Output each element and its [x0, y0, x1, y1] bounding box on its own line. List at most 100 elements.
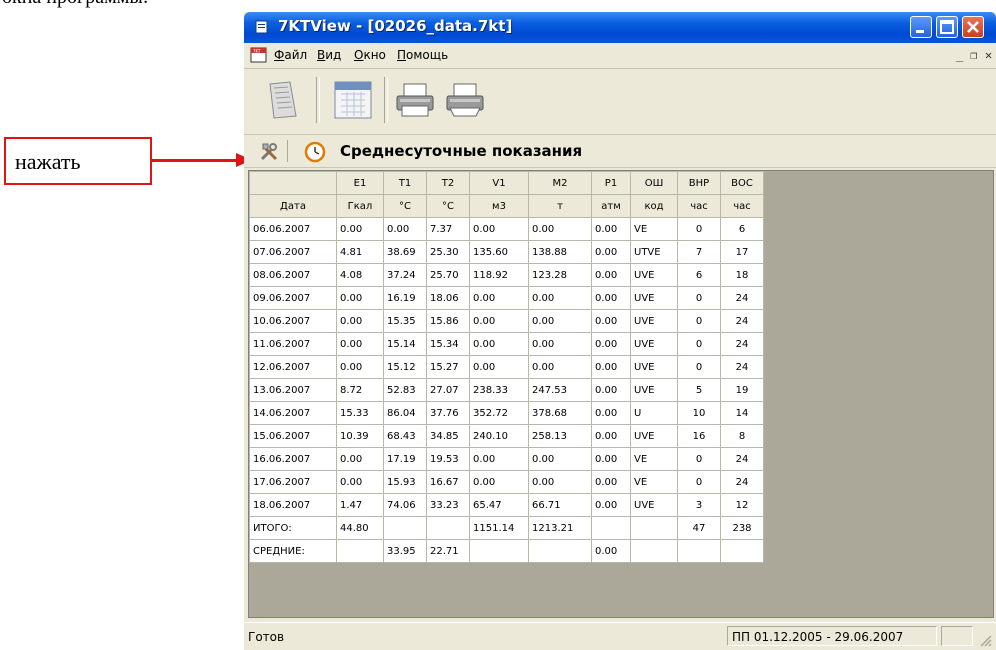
resize-grip-icon[interactable]	[978, 633, 992, 647]
grid-cell[interactable]: 8	[720, 424, 764, 448]
grid-cell[interactable]: 25.70	[426, 263, 470, 287]
grid-cell[interactable]: 38.69	[383, 240, 427, 264]
grid-cell[interactable]: 37.24	[383, 263, 427, 287]
menu-window[interactable]: Окно	[354, 48, 386, 62]
grid-cell[interactable]: 15.33	[336, 401, 384, 425]
grid-cell[interactable]: 0.00	[336, 332, 384, 356]
grid-cell[interactable]: 24	[720, 355, 764, 379]
grid-cell[interactable]: 0.00	[528, 332, 592, 356]
grid-cell[interactable]: 240.10	[469, 424, 529, 448]
grid-cell[interactable]: 18.06	[426, 286, 470, 310]
grid-cell[interactable]: 0.00	[528, 355, 592, 379]
grid-cell[interactable]: 138.88	[528, 240, 592, 264]
grid-cell[interactable]: 238.33	[469, 378, 529, 402]
grid-cell[interactable]: 24	[720, 447, 764, 471]
grid-cell[interactable]: 1213.21	[528, 516, 592, 540]
grid-cell[interactable]: U	[630, 401, 678, 425]
grid-cell[interactable]: 0.00	[591, 240, 631, 264]
print-preview-button[interactable]	[444, 78, 486, 122]
title-bar[interactable]: 7KTView - [02026_data.7kt]	[244, 12, 996, 43]
grid-cell[interactable]: 44.80	[336, 516, 384, 540]
grid-cell[interactable]: 12.06.2007	[249, 355, 337, 379]
grid-cell[interactable]: СРЕДНИЕ:	[249, 539, 337, 563]
grid-cell[interactable]	[630, 539, 678, 563]
grid-cell[interactable]: 18	[720, 263, 764, 287]
grid-cell[interactable]: 37.76	[426, 401, 470, 425]
grid-cell[interactable]: 08.06.2007	[249, 263, 337, 287]
grid-cell[interactable]: VE	[630, 217, 678, 241]
grid-cell[interactable]: UVE	[630, 424, 678, 448]
grid-cell[interactable]: 1151.14	[469, 516, 529, 540]
grid-cell[interactable]: 17	[720, 240, 764, 264]
grid-cell[interactable]: M2	[528, 171, 592, 195]
grid-cell[interactable]: 33.23	[426, 493, 470, 517]
grid-cell[interactable]: 25.30	[426, 240, 470, 264]
grid-cell[interactable]	[249, 171, 337, 195]
grid-cell[interactable]: 15.93	[383, 470, 427, 494]
grid-cell[interactable]: 0.00	[528, 286, 592, 310]
grid-cell[interactable]: час	[677, 194, 721, 218]
grid-cell[interactable]: UVE	[630, 286, 678, 310]
grid-cell[interactable]	[630, 516, 678, 540]
grid-cell[interactable]: UVE	[630, 355, 678, 379]
grid-cell[interactable]: 0	[677, 355, 721, 379]
grid-cell[interactable]: 0.00	[528, 470, 592, 494]
grid-cell[interactable]: 0.00	[469, 286, 529, 310]
grid-cell[interactable]: 17.06.2007	[249, 470, 337, 494]
grid-cell[interactable]: 0.00	[591, 401, 631, 425]
grid-cell[interactable]	[426, 516, 470, 540]
grid-cell[interactable]: 4.81	[336, 240, 384, 264]
grid-cell[interactable]	[383, 516, 427, 540]
grid-cell[interactable]: 0	[677, 286, 721, 310]
grid-cell[interactable]: 135.60	[469, 240, 529, 264]
grid-cell[interactable]	[720, 539, 764, 563]
grid-cell[interactable]: 66.71	[528, 493, 592, 517]
print-button[interactable]	[394, 78, 436, 122]
grid-cell[interactable]: 12	[720, 493, 764, 517]
grid-cell[interactable]: 378.68	[528, 401, 592, 425]
grid-cell[interactable]: 0.00	[336, 309, 384, 333]
grid-cell[interactable]: 16.19	[383, 286, 427, 310]
minimize-button[interactable]	[910, 16, 932, 38]
grid-cell[interactable]: 74.06	[383, 493, 427, 517]
grid-cell[interactable]: 0.00	[591, 263, 631, 287]
grid-cell[interactable]: 0	[677, 309, 721, 333]
grid-cell[interactable]: 65.47	[469, 493, 529, 517]
grid-cell[interactable]: T1	[383, 171, 427, 195]
grid-cell[interactable]: 0.00	[528, 309, 592, 333]
grid-cell[interactable]: 15.34	[426, 332, 470, 356]
grid-cell[interactable]: 13.06.2007	[249, 378, 337, 402]
grid-cell[interactable]: 06.06.2007	[249, 217, 337, 241]
grid-cell[interactable]: 4.08	[336, 263, 384, 287]
mdi-minimize-icon[interactable]: _	[956, 48, 963, 62]
grid-cell[interactable]: 352.72	[469, 401, 529, 425]
grid-cell[interactable]: ВОС	[720, 171, 764, 195]
grid-cell[interactable]: 6	[720, 217, 764, 241]
grid-cell[interactable]: 0.00	[469, 447, 529, 471]
grid-cell[interactable]	[591, 516, 631, 540]
grid-cell[interactable]: 47	[677, 516, 721, 540]
grid-cell[interactable]: 15.14	[383, 332, 427, 356]
grid-cell[interactable]: 15.06.2007	[249, 424, 337, 448]
grid-cell[interactable]: 0.00	[591, 217, 631, 241]
grid-cell[interactable]: VE	[630, 447, 678, 471]
grid-cell[interactable]: 16.06.2007	[249, 447, 337, 471]
grid-cell[interactable]: 0.00	[383, 217, 427, 241]
grid-cell[interactable]: 0.00	[336, 286, 384, 310]
grid-cell[interactable]: 118.92	[469, 263, 529, 287]
grid-cell[interactable]: 52.83	[383, 378, 427, 402]
grid-cell[interactable]: 15.27	[426, 355, 470, 379]
grid-cell[interactable]: 24	[720, 309, 764, 333]
grid-cell[interactable]: 0.00	[336, 217, 384, 241]
grid-cell[interactable]: 15.12	[383, 355, 427, 379]
grid-cell[interactable]: 123.28	[528, 263, 592, 287]
grid-cell[interactable]: 0.00	[591, 424, 631, 448]
grid-cell[interactable]: 0.00	[591, 332, 631, 356]
grid-cell[interactable]: 238	[720, 516, 764, 540]
grid-cell[interactable]: 27.07	[426, 378, 470, 402]
grid-cell[interactable]: 0.00	[528, 217, 592, 241]
grid-cell[interactable]: 0.00	[336, 447, 384, 471]
grid-cell[interactable]: 8.72	[336, 378, 384, 402]
grid-cell[interactable]: °С	[383, 194, 427, 218]
table-view-button[interactable]	[332, 78, 374, 122]
